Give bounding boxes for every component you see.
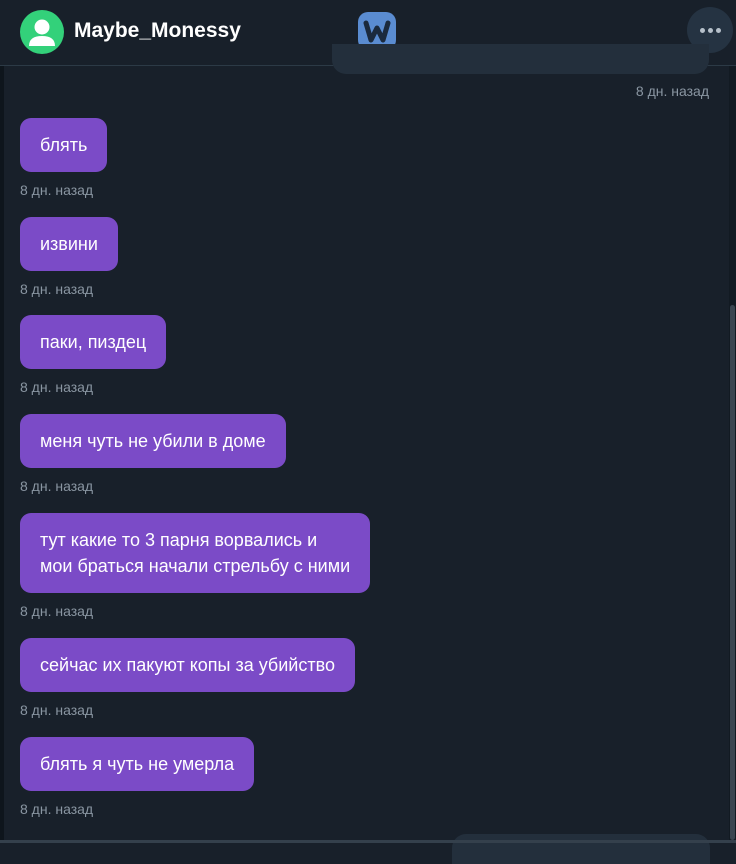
message-timestamp: 8 дн. назад [20, 801, 94, 817]
message-timestamp: 8 дн. назад [20, 702, 94, 718]
message-timestamp: 8 дн. назад [20, 379, 94, 395]
panel-border [0, 66, 4, 843]
message-timestamp: 8 дн. назад [20, 281, 94, 297]
incoming-message-bubble[interactable]: блять [20, 118, 108, 172]
incoming-message-bubble[interactable]: сейчас их пакуют копы за убийство [20, 638, 355, 692]
more-horizontal-icon [700, 28, 705, 33]
avatar[interactable] [20, 10, 64, 54]
incoming-message-bubble[interactable]: паки, пиздец [20, 315, 167, 369]
incoming-message-bubble[interactable]: меня чуть не убили в доме [20, 414, 286, 468]
user-icon [29, 19, 55, 46]
message-timestamp: 8 дн. назад [20, 182, 94, 198]
incoming-message-bubble[interactable]: извини [20, 217, 118, 271]
outgoing-message-bubble[interactable] [452, 834, 710, 864]
incoming-message-bubble[interactable]: блять я чуть не умерла [20, 737, 255, 791]
outgoing-message-bubble[interactable] [332, 44, 709, 74]
message-timestamp: 8 дн. назад [20, 478, 94, 494]
chat-username[interactable]: Maybe_Monessy [74, 18, 241, 44]
incoming-message-bubble[interactable]: тут какие то 3 парня ворвались и мои бра… [20, 513, 371, 593]
message-timestamp: 8 дн. назад [20, 603, 94, 619]
message-timestamp: 8 дн. назад [635, 83, 709, 99]
scrollbar-thumb[interactable] [730, 305, 735, 840]
